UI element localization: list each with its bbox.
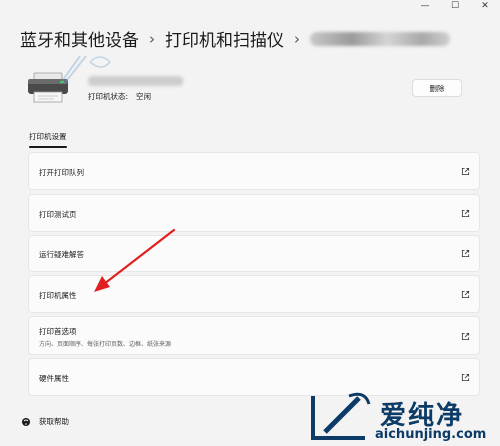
tab-active-indicator — [29, 146, 67, 148]
external-link-icon — [461, 290, 470, 299]
minimize-button[interactable]: — — [410, 0, 440, 12]
maximize-button[interactable]: ☐ — [440, 0, 470, 12]
breadcrumb-separator: › — [294, 29, 300, 48]
card-label: 打印首选项 — [39, 327, 77, 336]
card-run-troubleshooter[interactable]: 运行疑难解答 — [28, 235, 480, 272]
printer-status-label: 打印机状态: — [88, 92, 129, 101]
get-help-link[interactable]: 获取帮助 — [21, 416, 69, 427]
external-link-icon — [461, 167, 470, 176]
printer-status: 打印机状态: 空闲 — [88, 91, 151, 102]
help-icon — [22, 417, 30, 426]
external-link-icon — [461, 249, 470, 258]
breadcrumb-printer-name-blurred — [310, 31, 450, 46]
external-link-icon — [461, 209, 470, 218]
card-label: 打印机属性 — [39, 291, 77, 300]
card-printer-properties[interactable]: 打印机属性 — [28, 275, 480, 313]
card-label: 打开打印队列 — [39, 168, 84, 177]
breadcrumb-separator: › — [149, 29, 155, 48]
external-link-icon — [461, 373, 470, 382]
watermark-logo-faint — [59, 55, 112, 85]
card-label: 打印测试页 — [39, 210, 77, 219]
printer-status-value: 空闲 — [136, 92, 152, 101]
delete-button[interactable]: 删除 — [412, 79, 462, 97]
card-print-test-page[interactable]: 打印测试页 — [28, 194, 480, 232]
close-button[interactable]: ✕ — [470, 0, 500, 12]
breadcrumb-printers-scanners[interactable]: 打印机和扫描仪 — [165, 26, 284, 51]
watermark-brand-en: aichunjing.com — [375, 427, 487, 442]
card-open-print-queue[interactable]: 打开打印队列 — [28, 152, 480, 190]
external-link-icon — [461, 332, 470, 341]
tab-printer-settings[interactable]: 打印机设置 — [29, 131, 67, 142]
card-printing-preferences[interactable]: 打印首选项 方向、页面顺序、每张打印页数、边框、纸张来源 — [28, 316, 480, 355]
card-label: 运行疑难解答 — [39, 250, 84, 259]
window-controls: — ☐ ✕ — [410, 0, 500, 12]
card-label: 硬件属性 — [39, 374, 69, 383]
get-help-label: 获取帮助 — [39, 417, 69, 426]
card-description: 方向、页面顺序、每张打印页数、边框、纸张来源 — [39, 341, 172, 348]
